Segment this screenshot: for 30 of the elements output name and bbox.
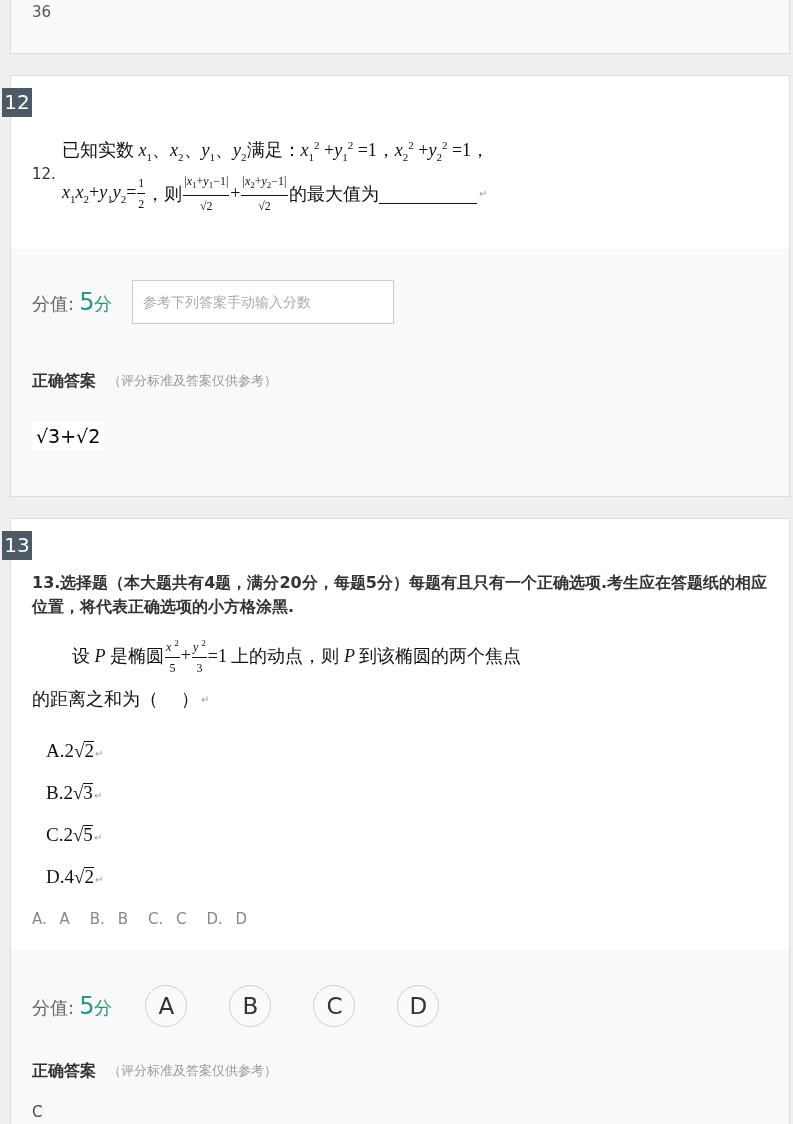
paragraph-mark: ↵ bbox=[200, 693, 209, 705]
choice-text: A. A bbox=[32, 910, 70, 929]
option-text: D.4√2↵ bbox=[46, 866, 103, 889]
choice-text: C. C bbox=[147, 910, 187, 929]
handwritten-answer: √3+√2 bbox=[32, 422, 105, 451]
choice-text: B. B bbox=[89, 910, 128, 929]
question-number: 12. bbox=[32, 164, 57, 183]
option-button[interactable]: C bbox=[313, 985, 356, 1028]
question-number-badge: 12 bbox=[2, 88, 32, 117]
option-text: C.2√5↵ bbox=[46, 824, 102, 847]
answer-note: （评分标准及答案仅供参考） bbox=[108, 1062, 277, 1081]
question-heading: 13.选择题（本大题共有4题，满分20分，每题5分）每题有且只有一个正确选项.考生应在答题纸的相应位置，将代表正确选项的小方格涂黑. bbox=[32, 572, 768, 619]
score-label: 分值: 5分 bbox=[32, 992, 113, 1021]
answer-text: 36 bbox=[32, 2, 52, 22]
answer-text: C bbox=[32, 1102, 43, 1123]
answer-title: 正确答案 bbox=[32, 1060, 96, 1082]
option-text: A.2√2↵ bbox=[46, 740, 103, 763]
question-number-badge: 13 bbox=[2, 531, 32, 561]
question-text: 的距离之和为（ ） bbox=[32, 688, 199, 712]
paragraph-mark: ↵ bbox=[478, 188, 487, 200]
score-input[interactable]: 参考下列答案手动输入分数 bbox=[132, 280, 395, 325]
option-button[interactable]: D bbox=[397, 985, 440, 1028]
score-label: 分值: 5分 bbox=[32, 288, 113, 317]
choice-text: D. D bbox=[206, 910, 248, 929]
option-button[interactable]: A bbox=[145, 985, 188, 1028]
answer-note: （评分标准及答案仅供参考） bbox=[108, 372, 277, 391]
option-text: B.2√3↵ bbox=[46, 782, 102, 805]
option-button[interactable]: B bbox=[229, 985, 272, 1028]
question-text: 已知实数 x$_{1}$、x$_{2}$、y$_{1}$、y$_{2}$满足：x$_{1}$$^{2}$ +y$_{1}$$^{2}$ =1，x$_{2}$$^{2}$ +y$_{2}$$^{2}$ =1， bbox=[62, 137, 490, 163]
answer-title: 正确答案 bbox=[32, 370, 96, 392]
